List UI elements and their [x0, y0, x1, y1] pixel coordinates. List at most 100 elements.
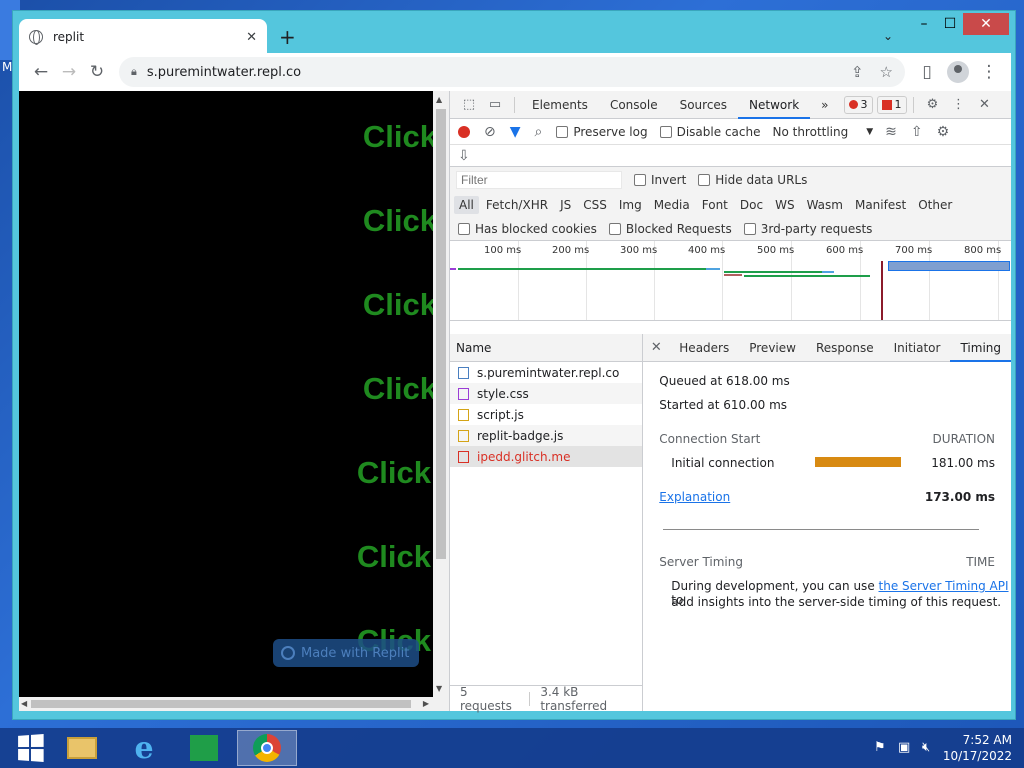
scroll-up-icon[interactable]: ▲: [436, 95, 442, 104]
type-filter-doc[interactable]: Doc: [735, 196, 768, 214]
checkbox-box[interactable]: [608, 222, 621, 235]
preserve-log-checkbox[interactable]: Preserve log: [556, 125, 648, 139]
disable-cache-checkbox[interactable]: Disable cache: [659, 125, 760, 139]
side-panel-icon[interactable]: ▯: [913, 58, 941, 86]
clear-icon[interactable]: ⊘: [484, 124, 496, 140]
click-text[interactable]: Click: [363, 371, 437, 407]
checkbox-box[interactable]: [556, 125, 569, 138]
hide-data-urls-checkbox[interactable]: Hide data URLs: [698, 173, 807, 187]
type-filter-font[interactable]: Font: [697, 196, 733, 214]
tab-initiator[interactable]: Initiator: [884, 334, 951, 362]
server-timing-api-link[interactable]: the Server Timing API: [879, 579, 1009, 593]
error-counter[interactable]: 3: [843, 95, 873, 114]
type-filter-img[interactable]: Img: [614, 196, 647, 214]
share-icon[interactable]: ⇪: [851, 63, 864, 81]
click-text[interactable]: Click: [363, 287, 437, 323]
click-text[interactable]: Click: [363, 203, 437, 239]
scroll-down-icon[interactable]: ▼: [436, 684, 442, 693]
type-filter-ws[interactable]: WS: [770, 196, 799, 214]
click-text[interactable]: Click: [357, 455, 431, 491]
chrome-taskbar[interactable]: [237, 730, 297, 766]
network-conditions-icon[interactable]: ≋: [885, 124, 897, 140]
type-filter-css[interactable]: CSS: [578, 196, 612, 214]
scroll-right-icon[interactable]: ▶: [423, 699, 429, 708]
tab-console[interactable]: Console: [599, 91, 669, 119]
import-har-icon[interactable]: ⇧: [911, 124, 923, 140]
type-filter-all[interactable]: All: [454, 196, 479, 214]
click-text[interactable]: Click: [363, 119, 437, 155]
checkbox-box[interactable]: [698, 174, 711, 186]
close-devtools-icon[interactable]: ✕: [972, 97, 998, 112]
tab-timing[interactable]: Timing: [950, 334, 1011, 362]
forward-icon[interactable]: →: [55, 58, 83, 86]
blocked-requests-checkbox[interactable]: Blocked Requests: [608, 222, 732, 236]
export-har-icon[interactable]: ⇩: [458, 148, 470, 164]
volume-muted-icon[interactable]: 🔇︎: [922, 740, 930, 755]
devtools-menu-icon[interactable]: ⋮: [946, 97, 972, 112]
network-settings-icon[interactable]: ⚙: [937, 124, 950, 140]
filter-icon[interactable]: ▼: [510, 124, 521, 140]
tab-headers[interactable]: Headers: [669, 334, 739, 362]
tab-network[interactable]: Network: [738, 91, 811, 119]
file-explorer-taskbar[interactable]: [52, 730, 112, 766]
issue-counter[interactable]: 1: [876, 95, 907, 114]
tab-sources[interactable]: Sources: [669, 91, 738, 119]
scroll-thumb[interactable]: [436, 109, 446, 559]
request-row[interactable]: style.css: [450, 383, 643, 404]
click-text[interactable]: Click: [357, 539, 431, 575]
checkbox-box[interactable]: [634, 174, 646, 186]
checkbox-box[interactable]: [458, 222, 470, 235]
system-clock[interactable]: 7:52 AM 10/17/2022: [943, 732, 1012, 764]
profile-avatar[interactable]: [947, 61, 969, 83]
horizontal-scrollbar[interactable]: ◀ ▶: [19, 697, 449, 711]
tab-elements[interactable]: Elements: [521, 91, 599, 119]
checkbox-box[interactable]: [659, 125, 672, 138]
browser-tab[interactable]: replit ✕: [19, 19, 267, 55]
tab-close-icon[interactable]: ✕: [246, 30, 257, 45]
network-overview-timeline[interactable]: 100 ms 200 ms 300 ms 400 ms 500 ms 600 m…: [450, 241, 1011, 321]
filter-input[interactable]: [456, 171, 622, 189]
type-filter-other[interactable]: Other: [913, 196, 957, 214]
request-row-selected[interactable]: ipedd.glitch.me: [450, 446, 643, 467]
store-taskbar[interactable]: [174, 730, 234, 766]
url-text[interactable]: s.puremintwater.repl.co: [147, 65, 835, 80]
throttling-select[interactable]: No throttling ▼: [772, 125, 873, 139]
tab-search-icon[interactable]: ⌄: [883, 29, 893, 43]
internet-explorer-taskbar[interactable]: e: [114, 730, 174, 766]
made-with-replit-badge[interactable]: Made with Replit: [273, 639, 419, 667]
invert-checkbox[interactable]: Invert: [634, 173, 686, 187]
network-icon[interactable]: ▣: [898, 740, 910, 755]
start-button[interactable]: [0, 730, 60, 766]
request-row[interactable]: replit-badge.js: [450, 425, 643, 446]
type-filter-wasm[interactable]: Wasm: [802, 196, 848, 214]
type-filter-fetch[interactable]: Fetch/XHR: [481, 196, 553, 214]
inspect-element-icon[interactable]: ⬚: [456, 97, 482, 112]
search-icon[interactable]: ⌕: [535, 124, 543, 140]
menu-kebab-icon[interactable]: ⋮: [975, 58, 1003, 86]
more-tabs-icon[interactable]: »: [810, 91, 839, 119]
vertical-scrollbar[interactable]: ▲ ▼: [433, 91, 449, 697]
name-column-header[interactable]: Name: [450, 334, 643, 362]
request-row[interactable]: script.js: [450, 404, 642, 425]
flag-icon[interactable]: ⚑: [874, 740, 886, 755]
scroll-left-icon[interactable]: ◀: [21, 699, 27, 708]
type-filter-js[interactable]: JS: [555, 196, 576, 214]
back-icon[interactable]: ←: [27, 58, 55, 86]
type-filter-manifest[interactable]: Manifest: [850, 196, 911, 214]
record-icon[interactable]: [458, 125, 470, 138]
explanation-link[interactable]: Explanation: [659, 490, 730, 504]
hscroll-thumb[interactable]: [31, 700, 411, 708]
close-detail-icon[interactable]: ✕: [643, 340, 669, 355]
new-tab-button[interactable]: +: [279, 25, 296, 49]
settings-gear-icon[interactable]: ⚙: [920, 97, 946, 112]
type-filter-media[interactable]: Media: [649, 196, 695, 214]
device-toolbar-icon[interactable]: ▭: [482, 97, 508, 112]
tab-response[interactable]: Response: [806, 334, 884, 362]
reload-icon[interactable]: ↻: [83, 58, 111, 86]
address-bar[interactable]: 🔒︎ s.puremintwater.repl.co ⇪ ☆: [119, 57, 905, 87]
third-party-checkbox[interactable]: 3rd-party requests: [743, 222, 872, 236]
bookmark-star-icon[interactable]: ☆: [880, 63, 893, 81]
blocked-cookies-checkbox[interactable]: Has blocked cookies: [458, 222, 597, 236]
tab-preview[interactable]: Preview: [739, 334, 806, 362]
checkbox-box[interactable]: [743, 222, 756, 235]
